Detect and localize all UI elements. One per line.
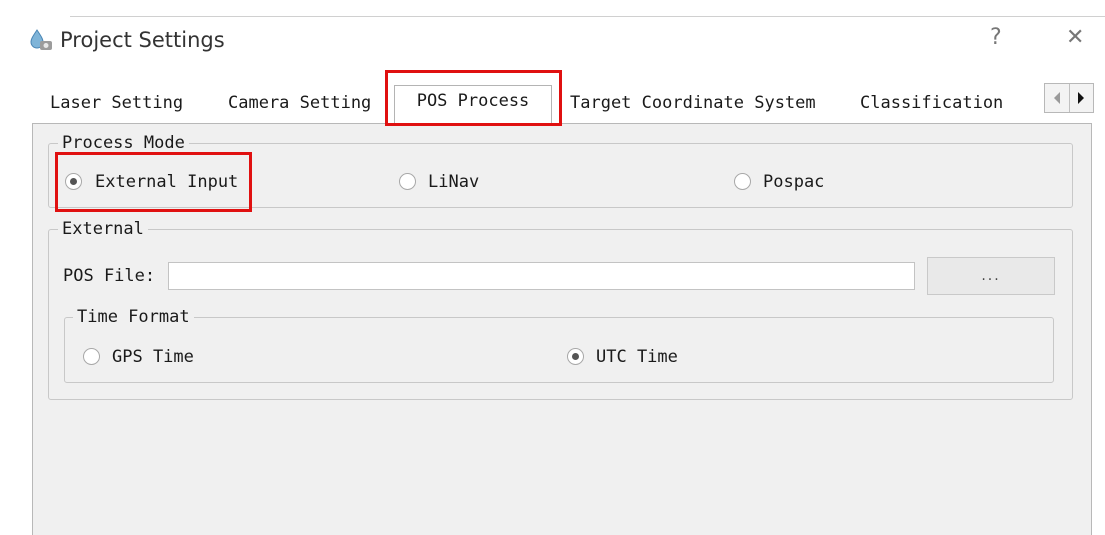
pos-file-input[interactable] — [168, 262, 915, 290]
pos-file-label: POS File: — [63, 266, 156, 286]
radio-gps-time[interactable] — [83, 348, 100, 365]
close-icon[interactable]: ✕ — [1066, 25, 1084, 50]
title-bar-divider — [70, 16, 1105, 17]
radio-external-input[interactable] — [65, 173, 82, 190]
tab-pos-process[interactable]: POS Process — [394, 85, 552, 125]
radio-pospac[interactable] — [734, 173, 751, 190]
window-title: Project Settings — [60, 28, 225, 52]
radio-utc-time-label[interactable]: UTC Time — [596, 346, 678, 368]
tab-scroll-buttons — [1044, 83, 1094, 113]
browse-button[interactable]: ... — [927, 257, 1055, 295]
tab-camera-setting[interactable]: Camera Setting — [228, 83, 371, 123]
radio-pospac-label[interactable]: Pospac — [763, 171, 824, 193]
external-title: External — [58, 219, 148, 239]
help-icon[interactable]: ? — [990, 25, 1002, 50]
scroll-left-icon[interactable] — [1045, 84, 1070, 112]
radio-utc-time[interactable] — [567, 348, 584, 365]
radio-external-input-label[interactable]: External Input — [95, 171, 238, 193]
tab-target-coordinate-system[interactable]: Target Coordinate System — [570, 83, 816, 123]
radio-gps-time-label[interactable]: GPS Time — [112, 346, 194, 368]
time-format-title: Time Format — [73, 307, 194, 327]
radio-linav[interactable] — [399, 173, 416, 190]
app-icon — [28, 28, 54, 52]
process-mode-title: Process Mode — [58, 133, 189, 153]
time-format-group — [64, 317, 1054, 383]
tab-pos-process-label: POS Process — [416, 91, 530, 111]
tab-laser-setting[interactable]: Laser Setting — [50, 83, 183, 123]
scroll-right-icon[interactable] — [1069, 84, 1093, 112]
radio-linav-label[interactable]: LiNav — [428, 171, 479, 193]
tab-classification[interactable]: Classification — [860, 83, 1003, 123]
